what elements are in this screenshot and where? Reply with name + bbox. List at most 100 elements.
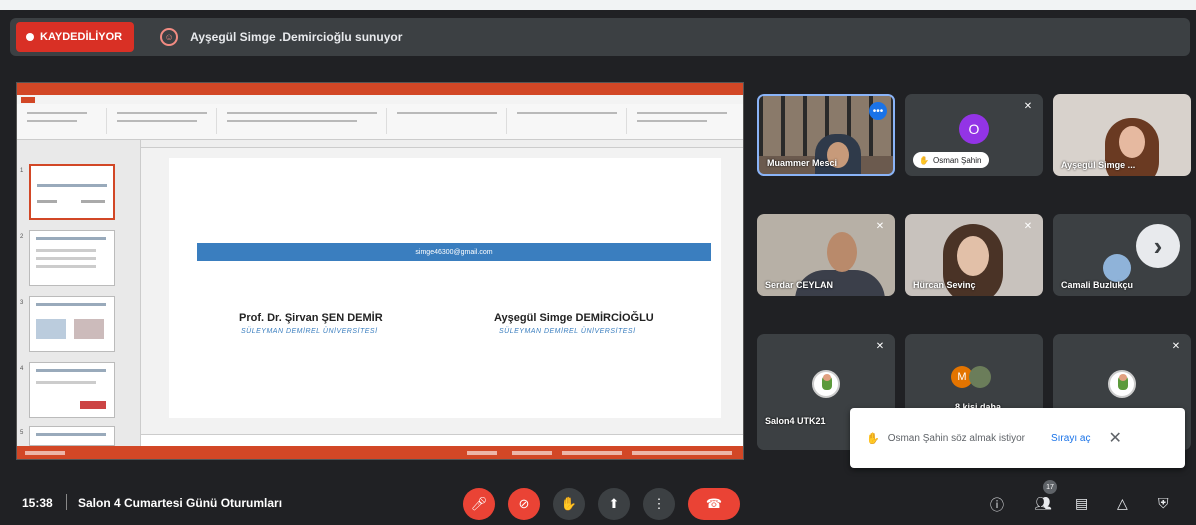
email-band: simge46300@gmail.com xyxy=(197,243,711,261)
thumb-line xyxy=(37,184,107,187)
camera-toggle-button[interactable]: ⊘ xyxy=(508,488,540,520)
meet-window: KAYDEDİLİYOR ☺ Ayşegül Simge .Demircioğl… xyxy=(0,0,1196,525)
avatar-head xyxy=(823,374,831,381)
slide-number: 2 xyxy=(20,234,24,240)
avatar-head xyxy=(1119,374,1127,381)
bottom-bar: 15:38 Salon 4 Cumartesi Günü Oturumları … xyxy=(0,478,1196,525)
slide-thumbnails: 1 2 3 4 5 xyxy=(17,140,141,446)
participant-tile[interactable]: ••• Muammer Mesci xyxy=(757,94,895,176)
divider xyxy=(66,494,67,510)
author2-name: Ayşegül Simge DEMİRCİOĞLU xyxy=(494,312,654,324)
author2-university: SÜLEYMAN DEMİREL ÜNİVERSİTESİ xyxy=(499,328,636,335)
open-queue-button[interactable]: Sırayı aç xyxy=(1051,433,1090,444)
slide-number: 3 xyxy=(20,300,24,306)
meeting-name: Salon 4 Cumartesi Günü Oturumları xyxy=(78,496,283,510)
ribbon-line xyxy=(27,112,87,114)
thumb-line xyxy=(36,249,96,252)
activities-icon[interactable]: △ xyxy=(1117,495,1128,512)
raise-hand-button[interactable]: ✋ xyxy=(553,488,585,520)
raise-hand-icon: ✋ xyxy=(919,155,929,165)
avatar xyxy=(812,370,840,398)
slide-thumbnail[interactable] xyxy=(29,230,115,286)
people-icon[interactable]: 👥︎ xyxy=(1034,495,1052,512)
chat-icon[interactable]: ▤ xyxy=(1075,495,1088,512)
host-controls-icon[interactable]: ⛨ xyxy=(1158,495,1169,512)
next-page-button[interactable]: › xyxy=(1136,224,1180,268)
clock: 15:38 xyxy=(22,496,53,510)
participant-tile[interactable]: ✕ O ✋ Osman Şahin xyxy=(905,94,1043,176)
thumb-line xyxy=(36,381,96,384)
info-icon[interactable]: ⓘ xyxy=(990,495,1004,515)
thumb-image xyxy=(74,319,104,339)
ribbon-line xyxy=(227,112,377,114)
slide-thumbnail[interactable] xyxy=(29,164,115,220)
powerpoint-ribbon xyxy=(17,104,743,140)
ribbon-tab xyxy=(68,97,74,103)
shared-screen: 1 2 3 4 5 simge46300@gmail.com Prof. Dr.… xyxy=(16,82,744,460)
recording-badge[interactable]: KAYDEDİLİYOR xyxy=(16,22,135,52)
toast-message: Osman Şahin söz almak istiyor xyxy=(887,432,1025,444)
raise-hand-icon: ✋ xyxy=(866,432,880,445)
participant-name: Muammer Mesci xyxy=(767,158,838,168)
thumb-line xyxy=(36,257,96,260)
presenter-icon: ☺ xyxy=(160,28,179,46)
thumb-line xyxy=(36,237,106,240)
present-button[interactable]: ⬆ xyxy=(598,488,630,520)
status-item xyxy=(25,451,65,455)
ribbon-line xyxy=(637,120,707,122)
ribbon-tab xyxy=(88,97,94,103)
status-item xyxy=(562,451,622,455)
presenting-text: Ayşegül Simge .Demircioğlu sunuyor xyxy=(190,30,403,44)
thumb-line xyxy=(37,200,57,203)
avatar xyxy=(1108,370,1136,398)
status-item xyxy=(467,451,497,455)
close-icon[interactable]: ✕ xyxy=(1108,428,1121,448)
mic-toggle-button[interactable]: 🎤︎ xyxy=(463,488,495,520)
participant-face xyxy=(957,236,989,276)
thumb-line xyxy=(36,433,106,436)
slide-number: 5 xyxy=(20,430,24,436)
participant-tile[interactable]: ✕ Hürcan Sevinç xyxy=(905,214,1043,296)
participant-tile[interactable]: Ayşegül Simge ... xyxy=(1053,94,1191,176)
powerpoint-titlebar xyxy=(17,83,743,95)
mic-off-icon: ✕ xyxy=(875,221,885,232)
powerpoint-tabs xyxy=(17,95,743,104)
participant-name: Osman Şahin xyxy=(932,155,982,165)
participant-name: Serdar CEYLAN xyxy=(765,280,834,290)
slide-number: 1 xyxy=(20,168,24,174)
mic-off-icon: ✕ xyxy=(1023,221,1033,232)
participant-face xyxy=(827,232,857,272)
slide-number: 4 xyxy=(20,366,24,372)
powerpoint-statusbar xyxy=(17,446,743,459)
slide-thumbnail[interactable] xyxy=(29,426,115,446)
status-item xyxy=(512,451,552,455)
slide-thumbnail[interactable] xyxy=(29,362,115,418)
ribbon-line xyxy=(637,112,727,114)
slide-canvas: simge46300@gmail.com Prof. Dr. Şirvan ŞE… xyxy=(141,148,743,446)
participant-name: Ayşegül Simge ... xyxy=(1061,160,1136,170)
status-item xyxy=(632,451,732,455)
end-call-button[interactable]: ☎ xyxy=(688,488,740,520)
mic-off-icon: ✕ xyxy=(875,341,885,352)
ribbon-line xyxy=(227,120,357,122)
participant-face xyxy=(1119,126,1145,158)
recording-label: KAYDEDİLİYOR xyxy=(40,31,123,43)
more-options-button[interactable]: ⋮ xyxy=(643,488,675,520)
browser-strip xyxy=(0,0,1196,10)
mic-off-icon: 🎤︎ xyxy=(470,496,488,511)
camera-off-icon: ⊘ xyxy=(518,496,530,511)
thumb-image xyxy=(36,319,66,339)
more-options-icon: ⋮ xyxy=(652,496,666,511)
people-count-badge: 17 xyxy=(1043,480,1057,494)
ribbon-tab xyxy=(127,97,133,103)
participant-name-chip: ✋ Osman Şahin xyxy=(913,152,990,168)
participant-name: Hürcan Sevinç xyxy=(913,280,976,290)
avatar xyxy=(1103,254,1131,282)
thumb-line xyxy=(81,200,105,203)
author1-university: SÜLEYMAN DEMİREL ÜNİVERSİTESİ xyxy=(241,328,378,335)
participant-tile[interactable]: ✕ Serdar CEYLAN xyxy=(757,214,895,296)
slide-thumbnail[interactable] xyxy=(29,296,115,352)
ribbon-line xyxy=(117,120,197,122)
more-options-icon[interactable]: ••• xyxy=(869,102,887,120)
recording-dot-icon xyxy=(26,33,34,41)
